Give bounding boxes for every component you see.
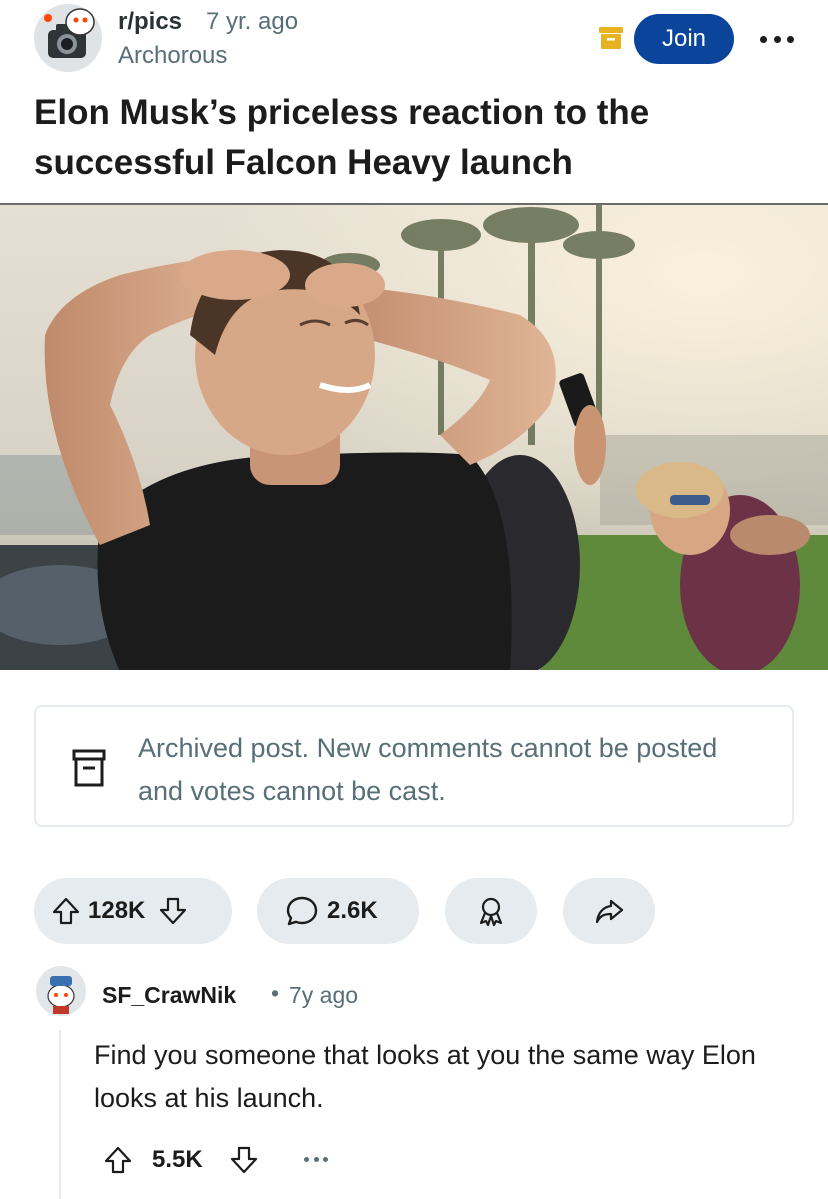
archived-notice: Archived post. New comments cannot be po… xyxy=(34,705,794,827)
comments-button[interactable]: 2.6K xyxy=(257,878,419,944)
comment-avatar[interactable] xyxy=(36,966,86,1016)
subreddit-name[interactable]: r/pics xyxy=(118,8,182,36)
vote-count: 128K xyxy=(88,897,146,924)
archive-icon xyxy=(72,749,106,787)
comment-score: 5.5K xyxy=(152,1146,203,1173)
comment-body: Find you someone that looks at you the s… xyxy=(94,1040,756,1113)
comment-separator: • xyxy=(271,980,280,1006)
archive-box-icon xyxy=(599,27,623,49)
speech-bubble-icon xyxy=(286,896,318,926)
award-button[interactable] xyxy=(445,878,537,944)
ellipsis-icon[interactable] xyxy=(760,26,794,52)
downvote-arrow-icon[interactable] xyxy=(228,1144,260,1176)
post-title[interactable]: Elon Musk’s priceless reaction to the su… xyxy=(34,88,794,188)
upvote-arrow-icon[interactable] xyxy=(102,1144,134,1176)
downvote-arrow-icon[interactable] xyxy=(157,895,189,927)
share-button[interactable] xyxy=(563,878,655,944)
ellipsis-icon[interactable] xyxy=(304,1154,328,1164)
post-header: r/pics 7 yr. ago Archorous Join xyxy=(0,0,828,90)
comment-count: 2.6K xyxy=(327,897,378,924)
award-ribbon-icon xyxy=(479,897,503,927)
post-image[interactable] xyxy=(0,203,828,670)
upvote-arrow-icon[interactable] xyxy=(50,895,82,927)
comment-actions: 5.5K xyxy=(94,1140,394,1180)
subreddit-avatar[interactable] xyxy=(34,4,102,72)
reddit-post-page: r/pics 7 yr. ago Archorous Join Elon Mus… xyxy=(0,0,828,1199)
post-author[interactable]: Archorous xyxy=(118,42,227,70)
post-age: 7 yr. ago xyxy=(206,8,299,35)
share-arrow-icon xyxy=(595,899,624,924)
join-button[interactable]: Join xyxy=(634,14,734,64)
vote-bar: 128K xyxy=(34,878,232,944)
comment-username[interactable]: SF_CrawNik xyxy=(102,982,236,1009)
archived-notice-text: Archived post. New comments cannot be po… xyxy=(138,733,718,806)
comment-thread-line[interactable] xyxy=(59,1030,61,1199)
comment-age: 7y ago xyxy=(289,982,359,1008)
